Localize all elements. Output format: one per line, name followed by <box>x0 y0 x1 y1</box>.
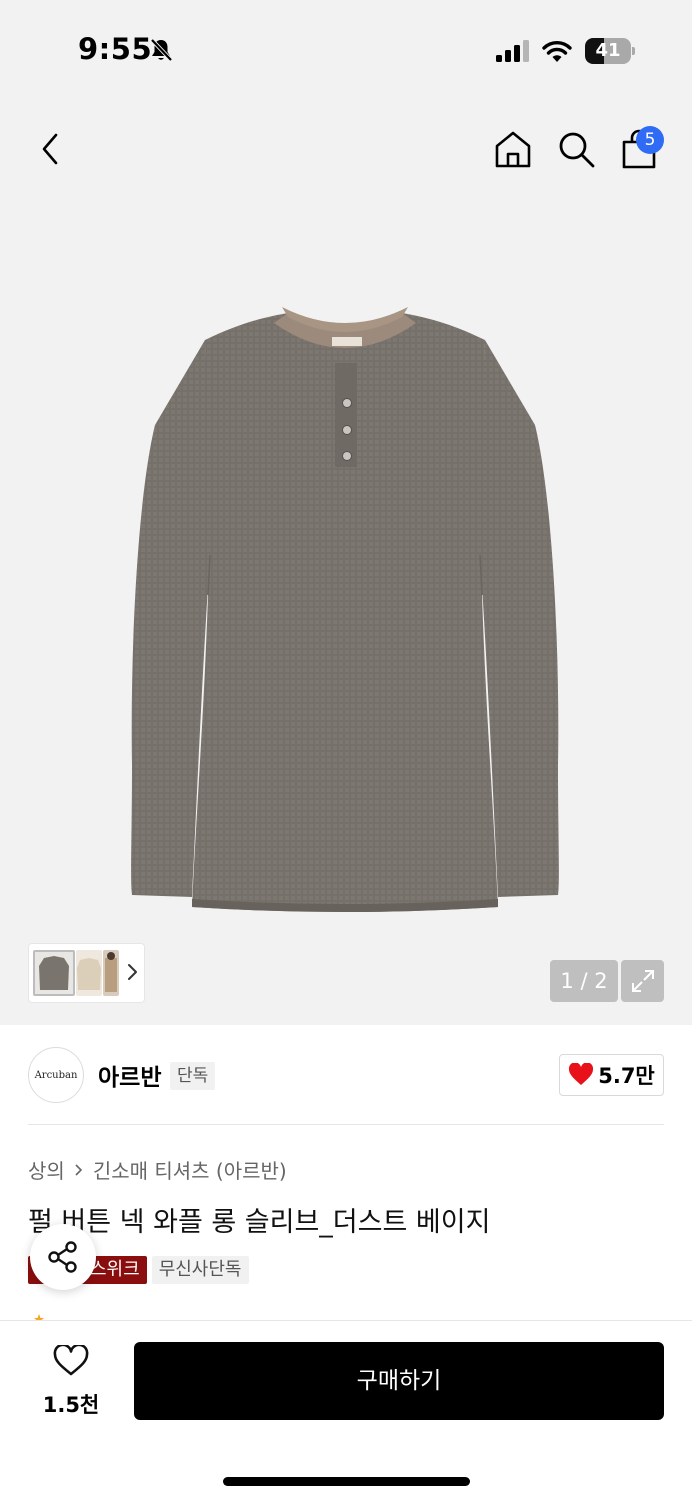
thumbnail-beige[interactable] <box>76 950 102 996</box>
breadcrumb-item-subcategory[interactable]: 긴소매 티셔츠 (아르반) <box>93 1155 287 1184</box>
chevron-right-icon[interactable] <box>123 960 141 984</box>
brand-like-count: 5.7만 <box>598 1064 655 1088</box>
battery-level: 41 <box>595 40 621 61</box>
brand-name[interactable]: 아르반 <box>98 1058 161 1092</box>
cart-count-badge: 5 <box>636 126 664 154</box>
expand-image-button[interactable] <box>621 960 664 1002</box>
chevron-right-icon <box>75 1163 82 1176</box>
search-button[interactable] <box>553 126 599 172</box>
breadcrumb: 상의 긴소매 티셔츠 (아르반) <box>28 1155 287 1184</box>
tag-musinsa-exclusive: 무신사단독 <box>151 1256 249 1284</box>
bottom-action-bar: 1.5천 구매하기 <box>0 1320 692 1500</box>
thumbnail-model[interactable] <box>103 950 119 996</box>
wishlist-button[interactable]: 1.5천 <box>36 1343 106 1417</box>
home-indicator <box>223 1477 470 1486</box>
brand-like-button[interactable]: 5.7만 <box>559 1054 664 1096</box>
share-icon <box>48 1241 77 1273</box>
product-hero: 9:55 41 5 1 / 2 <box>0 0 692 1025</box>
product-image[interactable] <box>110 295 580 925</box>
back-arrow-icon <box>42 133 58 165</box>
home-button[interactable] <box>490 126 536 172</box>
wifi-icon <box>542 41 572 62</box>
section-divider <box>28 1124 664 1125</box>
brand-logo-text: Arcuban <box>34 1069 78 1081</box>
expand-icon <box>631 970 654 992</box>
share-button[interactable] <box>30 1224 96 1290</box>
image-page-counter: 1 / 2 <box>550 960 618 1002</box>
product-title: 펄 버튼 넥 와플 롱 슬리브_더스트 베이지 <box>28 1207 491 1238</box>
status-bar: 9:55 41 <box>0 0 692 100</box>
heart-outline-icon <box>53 1343 89 1376</box>
brand-logo[interactable]: Arcuban <box>28 1047 84 1103</box>
wishlist-count: 1.5천 <box>42 1393 100 1417</box>
breadcrumb-item-category[interactable]: 상의 <box>28 1155 65 1184</box>
buy-button[interactable]: 구매하기 <box>134 1342 664 1420</box>
home-icon <box>495 131 531 168</box>
back-button[interactable] <box>28 126 74 172</box>
top-nav <box>0 120 692 180</box>
brand-exclusive-tag: 단독 <box>170 1062 216 1090</box>
cellular-signal-icon <box>496 40 529 62</box>
status-time: 9:55 <box>78 32 153 66</box>
thumbnail-strip[interactable] <box>28 943 145 1003</box>
bell-off-icon <box>150 38 173 62</box>
heart-filled-icon <box>569 1063 594 1085</box>
thumbnail-front[interactable] <box>33 950 75 996</box>
search-icon <box>559 132 595 168</box>
battery-indicator: 41 <box>585 38 635 64</box>
